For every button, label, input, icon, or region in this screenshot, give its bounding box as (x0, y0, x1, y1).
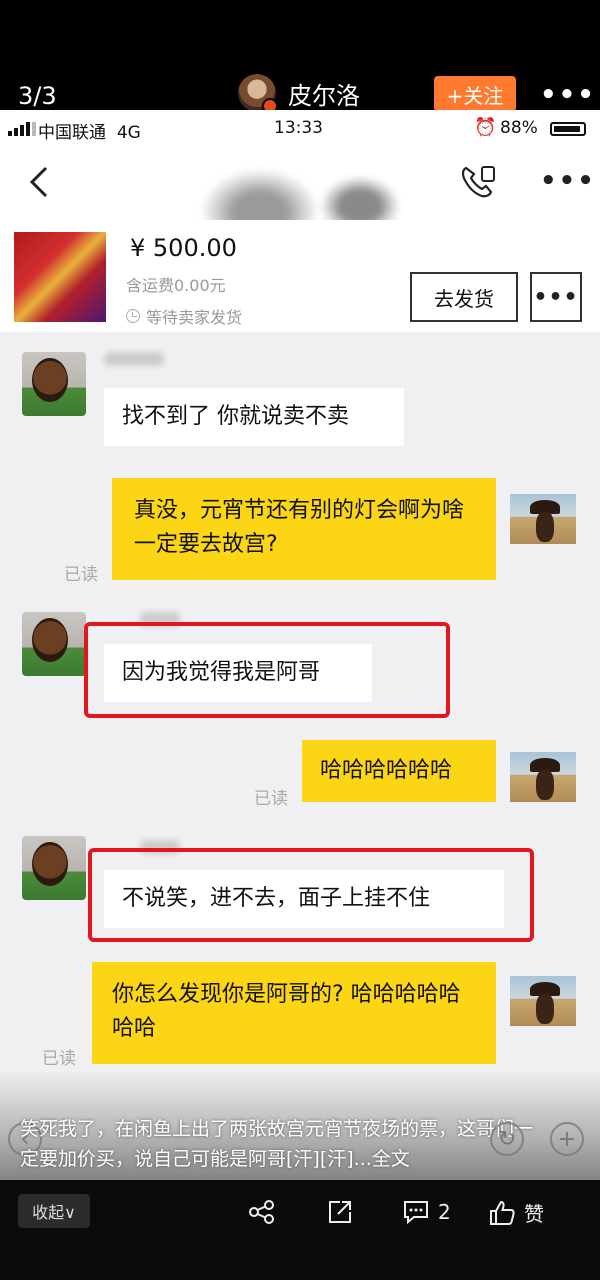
comment-button[interactable]: 2 (402, 1198, 451, 1226)
message-bubble: 你怎么发现你是阿哥的? 哈哈哈哈哈哈哈 (92, 962, 496, 1064)
message-bubble: 找不到了 你就说卖不卖 (104, 388, 404, 446)
share-icon (249, 1200, 274, 1224)
blurred-sender-name (104, 352, 164, 366)
viewer-top-bar: 3/3 皮尔洛 +关注 ••• (0, 0, 600, 114)
bottom-toolbar: 收起∨ 2 赞 (0, 1180, 600, 1280)
author-avatar[interactable] (238, 74, 278, 114)
signal-icon (8, 122, 36, 136)
buyer-avatar[interactable] (22, 836, 86, 900)
order-status: 等待卖家发货 (126, 304, 242, 328)
carrier-label: 中国联通 4G (38, 123, 141, 143)
post-caption[interactable]: 笑死我了，在闲鱼上出了两张故宫元宵节夜场的票，这哥们一定要加价买，说自己可能是阿… (20, 1114, 550, 1174)
read-more-link[interactable]: 全文 (372, 1148, 410, 1170)
status-bar: 中国联通 4G 13:33 ⏰ 88% (0, 110, 600, 146)
like-label: 赞 (524, 1202, 544, 1226)
page-counter: 3/3 (18, 82, 57, 110)
highlight-box (84, 622, 450, 718)
clock-icon (126, 309, 140, 323)
add-icon[interactable]: + (550, 1122, 584, 1156)
order-shipping: 含运费0.00元 (126, 276, 226, 295)
refresh-icon[interactable]: ↻ (490, 1122, 524, 1156)
read-receipt: 已读 (254, 789, 288, 809)
alarm-icon: ⏰ (474, 117, 497, 138)
read-receipt: 已读 (42, 1049, 76, 1069)
order-card[interactable]: ¥ 500.00 含运费0.00元 等待卖家发货 去发货 ••• (0, 220, 600, 332)
battery-icon (550, 122, 586, 136)
order-price: ¥ 500.00 (130, 234, 237, 262)
author-info[interactable]: 皮尔洛 (238, 74, 360, 114)
seller-avatar[interactable] (510, 752, 576, 802)
like-button[interactable]: 赞 (488, 1198, 544, 1227)
forward-button[interactable] (326, 1198, 354, 1226)
buyer-avatar[interactable] (22, 352, 86, 416)
thumbs-up-icon (490, 1200, 515, 1225)
order-more-button[interactable]: ••• (530, 272, 582, 322)
phone-call-icon[interactable] (458, 162, 498, 202)
message-bubble: 真没，元宵节还有别的灯会啊为啥一定要去故宫? (112, 478, 496, 580)
follow-button[interactable]: +关注 (434, 76, 516, 112)
battery-percent: 88% (500, 118, 538, 138)
forward-icon (329, 1201, 351, 1223)
chat-screenshot: 中国联通 4G 13:33 ⏰ 88% ••• ¥ 500.00 含运费0.00… (0, 110, 600, 1180)
chat-nav-bar: ••• (0, 146, 600, 256)
chevron-left-icon[interactable] (26, 164, 54, 200)
buyer-avatar[interactable] (22, 612, 86, 676)
message-bubble: 哈哈哈哈哈哈 (302, 740, 496, 802)
seller-avatar[interactable] (510, 976, 576, 1026)
collapse-button[interactable]: 收起∨ (18, 1194, 90, 1228)
read-receipt: 已读 (64, 565, 98, 585)
seller-avatar[interactable] (510, 494, 576, 544)
viewer-more-button[interactable]: ••• (540, 80, 596, 110)
ship-button[interactable]: 去发货 (410, 272, 518, 322)
status-time: 13:33 (274, 118, 323, 138)
highlight-box (88, 848, 534, 942)
comment-count: 2 (438, 1200, 451, 1224)
share-button[interactable] (248, 1198, 276, 1226)
comment-icon (404, 1201, 428, 1225)
author-name[interactable]: 皮尔洛 (288, 76, 360, 111)
chat-more-button[interactable]: ••• (540, 166, 596, 196)
product-thumbnail[interactable] (14, 232, 106, 322)
